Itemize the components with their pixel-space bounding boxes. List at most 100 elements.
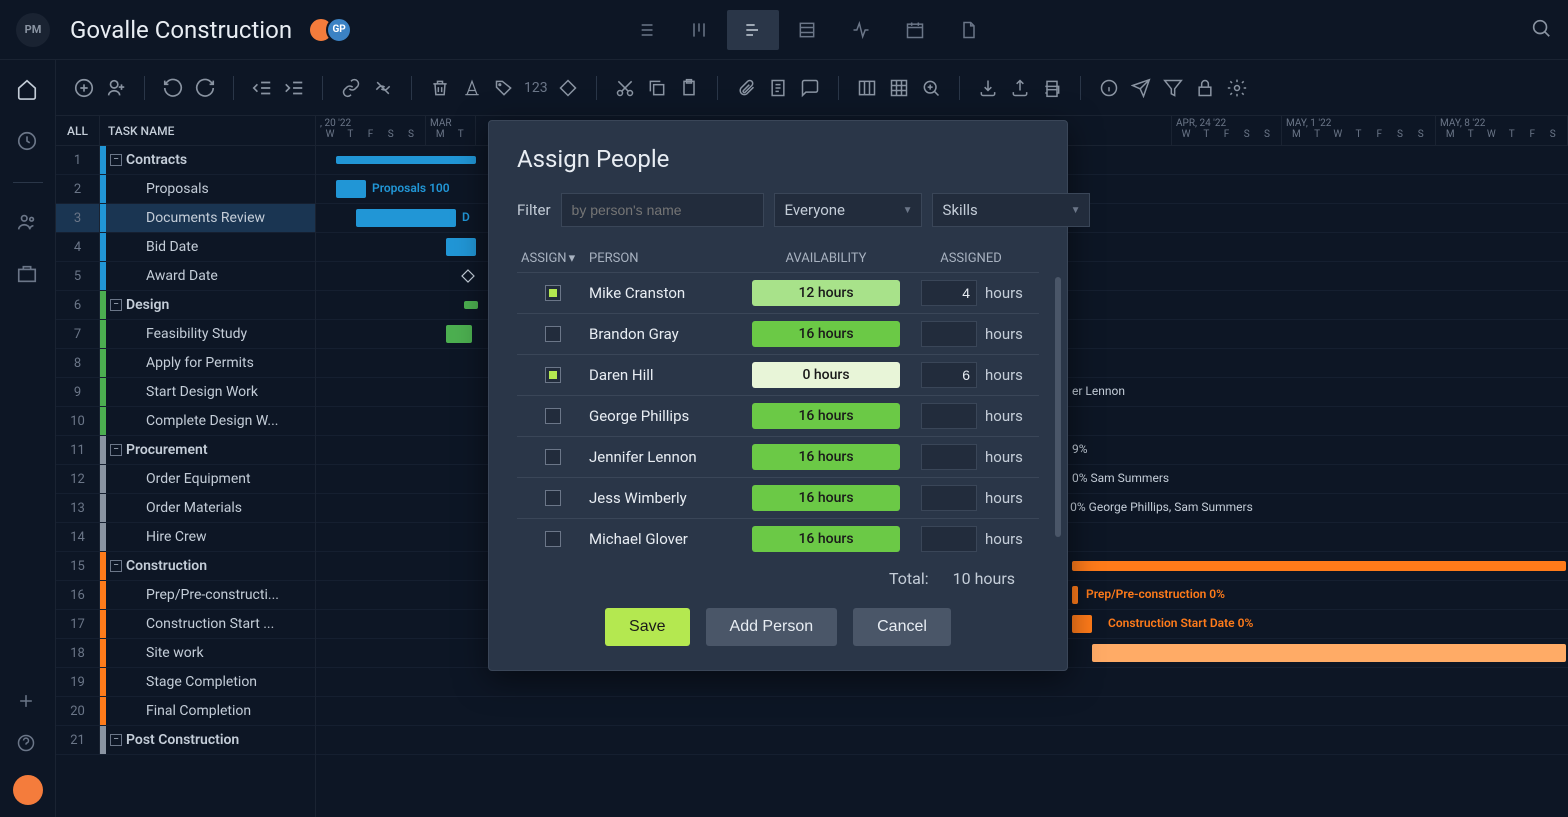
save-button[interactable]: Save — [605, 608, 689, 646]
view-gantt-icon[interactable] — [727, 10, 779, 50]
add-person-button[interactable]: Add Person — [706, 608, 838, 646]
filter-skills-select[interactable]: Skills▼ — [932, 193, 1090, 227]
search-icon[interactable] — [1530, 17, 1552, 43]
cut-icon[interactable] — [613, 76, 637, 100]
task-row[interactable]: 17Construction Start ... — [56, 610, 315, 639]
assign-checkbox[interactable] — [545, 449, 561, 465]
task-header-all[interactable]: ALL — [56, 116, 100, 145]
modal-scrollbar[interactable] — [1055, 277, 1061, 537]
assigned-hours-input[interactable] — [921, 280, 977, 306]
assign-checkbox[interactable] — [545, 367, 561, 383]
export-icon[interactable] — [1008, 76, 1032, 100]
assigned-hours-input[interactable] — [921, 321, 977, 347]
collapse-icon[interactable]: − — [110, 560, 122, 572]
col-availability[interactable]: AVAILABILITY — [749, 251, 903, 266]
filter-icon[interactable] — [1161, 76, 1185, 100]
assign-checkbox[interactable] — [545, 490, 561, 506]
task-row[interactable]: 20Final Completion — [56, 697, 315, 726]
assigned-hours-input[interactable] — [921, 526, 977, 552]
send-icon[interactable] — [1129, 76, 1153, 100]
outdent-icon[interactable] — [250, 76, 274, 100]
task-row[interactable]: 14Hire Crew — [56, 523, 315, 552]
grid-icon[interactable] — [887, 76, 911, 100]
task-row[interactable]: 2Proposals — [56, 175, 315, 204]
collapse-icon[interactable]: − — [110, 299, 122, 311]
task-row[interactable]: 1−Contracts — [56, 146, 315, 175]
import-icon[interactable] — [976, 76, 1000, 100]
assigned-hours-input[interactable] — [921, 362, 977, 388]
task-row[interactable]: 4Bid Date — [56, 233, 315, 262]
task-row[interactable]: 7Feasibility Study — [56, 320, 315, 349]
attachment-icon[interactable] — [734, 76, 758, 100]
assign-checkbox[interactable] — [545, 285, 561, 301]
app-logo[interactable]: PM — [16, 13, 50, 47]
columns-icon[interactable] — [855, 76, 879, 100]
redo-icon[interactable] — [193, 76, 217, 100]
task-row[interactable]: 8Apply for Permits — [56, 349, 315, 378]
collapse-icon[interactable]: − — [110, 444, 122, 456]
zoom-icon[interactable] — [919, 76, 943, 100]
settings-icon[interactable] — [1225, 76, 1249, 100]
diamond-icon[interactable] — [556, 76, 580, 100]
task-row[interactable]: 6−Design — [56, 291, 315, 320]
task-row[interactable]: 21−Post Construction — [56, 726, 315, 755]
indent-icon[interactable] — [282, 76, 306, 100]
task-row[interactable]: 9Start Design Work — [56, 378, 315, 407]
briefcase-icon[interactable] — [16, 263, 40, 287]
filter-everyone-select[interactable]: Everyone▼ — [774, 193, 922, 227]
unlink-icon[interactable] — [371, 76, 395, 100]
plus-icon[interactable] — [16, 691, 40, 715]
task-row[interactable]: 18Site work — [56, 639, 315, 668]
task-row[interactable]: 19Stage Completion — [56, 668, 315, 697]
collapse-icon[interactable]: − — [110, 734, 122, 746]
paste-icon[interactable] — [677, 76, 701, 100]
assigned-hours-input[interactable] — [921, 403, 977, 429]
print-icon[interactable] — [1040, 76, 1064, 100]
trash-icon[interactable] — [428, 76, 452, 100]
task-row[interactable]: 3Documents Review — [56, 204, 315, 233]
collapse-icon[interactable]: − — [110, 154, 122, 166]
help-icon[interactable] — [16, 733, 40, 757]
assign-checkbox[interactable] — [545, 326, 561, 342]
col-person[interactable]: PERSON — [589, 251, 749, 266]
user-avatar-2[interactable]: GP — [326, 17, 352, 43]
col-assign[interactable]: ASSIGN▾ — [517, 251, 589, 266]
assign-checkbox[interactable] — [545, 531, 561, 547]
view-sheet-icon[interactable] — [781, 10, 833, 50]
comment-icon[interactable] — [798, 76, 822, 100]
avatar-group[interactable]: GP — [308, 17, 352, 43]
cancel-button[interactable]: Cancel — [853, 608, 951, 646]
task-row[interactable]: 13Order Materials — [56, 494, 315, 523]
person-add-icon[interactable] — [104, 76, 128, 100]
view-list-icon[interactable] — [619, 10, 671, 50]
clock-icon[interactable] — [16, 130, 40, 154]
view-file-icon[interactable] — [943, 10, 995, 50]
tag-icon[interactable] — [492, 76, 516, 100]
assigned-hours-input[interactable] — [921, 485, 977, 511]
copy-icon[interactable] — [645, 76, 669, 100]
task-row[interactable]: 11−Procurement — [56, 436, 315, 465]
lock-icon[interactable] — [1193, 76, 1217, 100]
task-row[interactable]: 12Order Equipment — [56, 465, 315, 494]
view-calendar-icon[interactable] — [889, 10, 941, 50]
task-row[interactable]: 16Prep/Pre-constructi... — [56, 581, 315, 610]
profile-avatar[interactable] — [13, 775, 43, 805]
info-icon[interactable] — [1097, 76, 1121, 100]
assign-checkbox[interactable] — [545, 408, 561, 424]
view-board-icon[interactable] — [673, 10, 725, 50]
team-icon[interactable] — [16, 211, 40, 235]
task-row[interactable]: 5Award Date — [56, 262, 315, 291]
col-assigned[interactable]: ASSIGNED — [903, 251, 1039, 266]
task-row[interactable]: 15−Construction — [56, 552, 315, 581]
task-rows[interactable]: 1−Contracts2Proposals3Documents Review4B… — [56, 146, 315, 817]
add-icon[interactable] — [72, 76, 96, 100]
link-icon[interactable] — [339, 76, 363, 100]
assigned-hours-input[interactable] — [921, 444, 977, 470]
view-activity-icon[interactable] — [835, 10, 887, 50]
font-icon[interactable] — [460, 76, 484, 100]
note-icon[interactable] — [766, 76, 790, 100]
home-icon[interactable] — [16, 78, 40, 102]
undo-icon[interactable] — [161, 76, 185, 100]
filter-name-input[interactable] — [561, 193, 764, 227]
task-row[interactable]: 10Complete Design W... — [56, 407, 315, 436]
